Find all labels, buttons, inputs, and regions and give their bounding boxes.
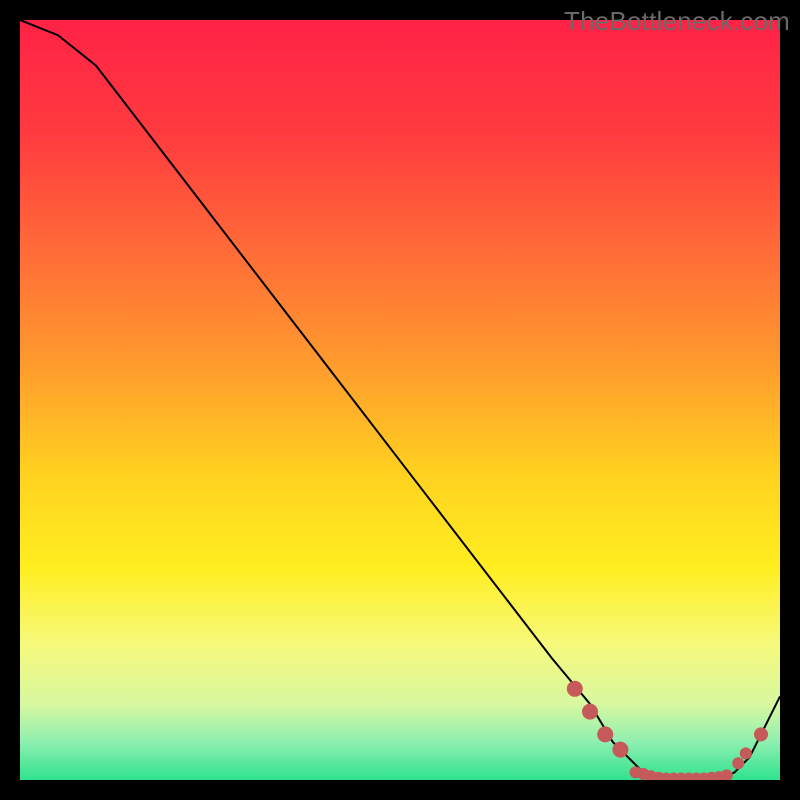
marker-point <box>740 747 752 759</box>
marker-point <box>567 681 583 697</box>
gradient-background <box>20 20 780 780</box>
marker-point <box>732 757 744 769</box>
watermark-text: TheBottleneck.com <box>564 6 790 37</box>
marker-point <box>754 727 768 741</box>
chart-svg <box>20 20 780 780</box>
chart-frame: TheBottleneck.com <box>0 0 800 800</box>
marker-point <box>597 726 613 742</box>
marker-point <box>582 704 598 720</box>
plot-area <box>20 20 780 780</box>
marker-point <box>612 742 628 758</box>
